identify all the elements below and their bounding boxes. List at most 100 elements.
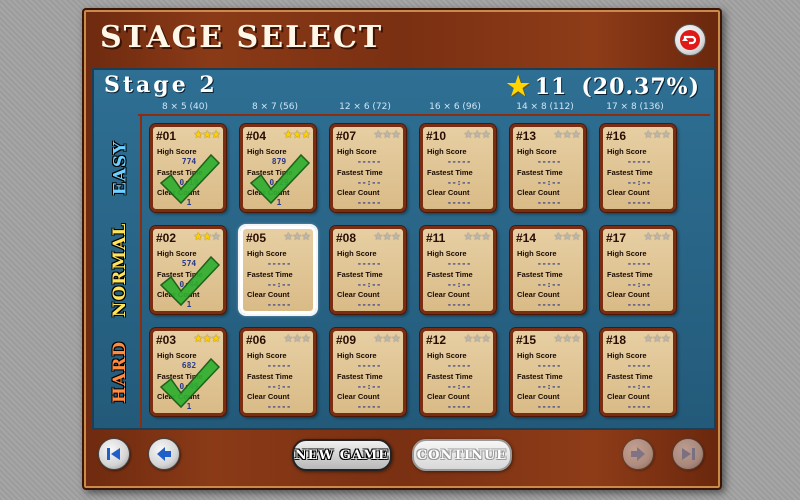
continue-button[interactable]: CONTINUE <box>412 439 512 471</box>
star-rating: ★★★ <box>553 332 581 345</box>
column-sizes: 8 × 5 (40) 8 × 7 (56) 12 × 6 (72) 16 × 6 (9… <box>140 102 720 114</box>
star-icon: ★ <box>283 129 293 141</box>
stage-card[interactable]: #07 ★★★ High Score ----- Fastest Time --:-- Cl… <box>330 124 406 212</box>
stage-card[interactable]: #06 ★★★ High Score ----- Fastest Time --:-- Cl… <box>240 328 316 416</box>
fastest-time-label: Fastest Time <box>517 270 563 279</box>
high-score-value: ----- <box>356 157 382 166</box>
clear-count-value: ----- <box>266 402 292 411</box>
stage-card[interactable]: #04 ★★★ High Score 879 Fastest Time 0:29 Clear… <box>240 124 316 212</box>
stage-card[interactable]: #05 ★★★ High Score ----- Fastest Time --:-- Cl… <box>240 226 316 314</box>
fastest-time-label: Fastest Time <box>427 270 473 279</box>
stage-number: #11 <box>426 231 446 245</box>
star-icon: ★ <box>382 231 392 243</box>
new-game-button[interactable]: NEW GAME <box>292 439 392 471</box>
high-score-value: ----- <box>446 259 472 268</box>
star-icon: ★ <box>481 231 491 243</box>
fastest-time-label: Fastest Time <box>247 168 293 177</box>
clear-count-value: ----- <box>356 198 382 207</box>
star-icon: ★ <box>652 231 662 243</box>
fastest-time-value: --:-- <box>356 382 382 391</box>
back-button[interactable] <box>674 24 706 56</box>
fastest-time-value: 0:49 <box>179 382 199 391</box>
star-icon: ★ <box>643 333 653 345</box>
column-size-label: 14 × 8 (112) <box>516 102 574 112</box>
stage-card[interactable]: #09 ★★★ High Score ----- Fastest Time --:-- Cl… <box>330 328 406 416</box>
clear-count-label: Clear Count <box>337 290 380 299</box>
stage-card[interactable]: #15 ★★★ High Score ----- Fastest Time --:-- Cl… <box>510 328 586 416</box>
star-icon: ★ <box>373 231 383 243</box>
fastest-time-value: 0:44 <box>179 280 199 289</box>
star-icon: ★ <box>391 231 401 243</box>
difficulty-label-text: EASY <box>110 140 130 196</box>
stage-card[interactable]: #10 ★★★ High Score ----- Fastest Time --:-- Cl… <box>420 124 496 212</box>
clear-count-label: Clear Count <box>337 188 380 197</box>
fastest-time-label: Fastest Time <box>607 270 653 279</box>
star-icon: ★ <box>463 231 473 243</box>
high-score-label: High Score <box>157 249 197 258</box>
clear-count-value: ----- <box>446 300 472 309</box>
stage-number: #13 <box>516 129 537 143</box>
stage-card[interactable]: #17 ★★★ High Score ----- Fastest Time --:-- Cl… <box>600 226 676 314</box>
difficulty-label-text: HARD <box>110 340 130 404</box>
stage-card[interactable]: #01 ★★★ High Score 774 Fastest Time 0:10 Clear… <box>150 124 226 212</box>
star-icon: ★ <box>472 231 482 243</box>
stage-board: Stage 2 ★ 11 (20.37%) 8 × 5 (40) 8 × 7 (5… <box>92 68 716 430</box>
fastest-time-value: 0:10 <box>179 178 199 187</box>
stage-card[interactable]: #03 ★★★ High Score 682 Fastest Time 0:49 Clear… <box>150 328 226 416</box>
clear-count-value: 1 <box>186 402 192 411</box>
star-icon: ★ <box>373 129 383 141</box>
fastest-time-value: --:-- <box>446 178 472 187</box>
clear-count-value: ----- <box>536 198 562 207</box>
stage-card[interactable]: #16 ★★★ High Score ----- Fastest Time --:-- Cl… <box>600 124 676 212</box>
stage-card[interactable]: #14 ★★★ High Score ----- Fastest Time --:-- Cl… <box>510 226 586 314</box>
previous-button[interactable] <box>148 438 180 470</box>
clear-count-label: Clear Count <box>517 290 560 299</box>
fastest-time-value: --:-- <box>626 382 652 391</box>
fastest-time-label: Fastest Time <box>337 270 383 279</box>
high-score-label: High Score <box>607 147 647 156</box>
star-icon: ★ <box>661 333 671 345</box>
star-icon: ★ <box>292 333 302 345</box>
difficulty-label-text: NORMAL <box>110 222 130 318</box>
next-icon <box>631 447 645 461</box>
star-icon: ★ <box>211 129 221 141</box>
stage-card[interactable]: #12 ★★★ High Score ----- Fastest Time --:-- Cl… <box>420 328 496 416</box>
column-size-label: 8 × 7 (56) <box>251 102 299 112</box>
last-page-button[interactable] <box>672 438 704 470</box>
star-icon: ★ <box>292 129 302 141</box>
fastest-time-label: Fastest Time <box>427 168 473 177</box>
star-rating: ★★★ <box>553 230 581 243</box>
star-icon: ★ <box>661 129 671 141</box>
stage-number: #15 <box>516 333 537 347</box>
star-icon: ★ <box>211 333 221 345</box>
star-icon: ★ <box>202 231 212 243</box>
clear-count-label: Clear Count <box>607 290 650 299</box>
star-icon: ★ <box>193 129 203 141</box>
stage-card[interactable]: #11 ★★★ High Score ----- Fastest Time --:-- Cl… <box>420 226 496 314</box>
star-rating: ★★★ <box>373 128 401 141</box>
high-score-label: High Score <box>517 147 557 156</box>
high-score-label: High Score <box>607 351 647 360</box>
stage-card[interactable]: #02 ★★★ High Score 574 Fastest Time 0:44 Clear… <box>150 226 226 314</box>
star-icon: ★ <box>193 333 203 345</box>
stage-select-window: STAGE SELECT Stage 2 ★ 11 (20.37%) 8 × 5… <box>82 8 722 490</box>
star-icon: ★ <box>643 129 653 141</box>
stage-card[interactable]: #13 ★★★ High Score ----- Fastest Time --:-- Cl… <box>510 124 586 212</box>
clear-count-value: ----- <box>536 402 562 411</box>
star-icon: ★ <box>382 333 392 345</box>
star-icon: ★ <box>202 333 212 345</box>
next-button[interactable] <box>622 438 654 470</box>
high-score-value: ----- <box>356 259 382 268</box>
star-icon: ★ <box>562 333 572 345</box>
star-rating: ★★★ <box>283 230 311 243</box>
column-size-label: 17 × 8 (136) <box>606 102 664 112</box>
stage-card[interactable]: #08 ★★★ High Score ----- Fastest Time --:-- Cl… <box>330 226 406 314</box>
first-page-button[interactable] <box>98 438 130 470</box>
star-rating: ★★★ <box>643 332 671 345</box>
high-score-value: 682 <box>181 361 197 370</box>
high-score-label: High Score <box>427 249 467 258</box>
stage-number: #04 <box>246 129 267 143</box>
fastest-time-value: --:-- <box>626 280 652 289</box>
stage-card[interactable]: #18 ★★★ High Score ----- Fastest Time --:-- Cl… <box>600 328 676 416</box>
stage-number: #12 <box>426 333 447 347</box>
